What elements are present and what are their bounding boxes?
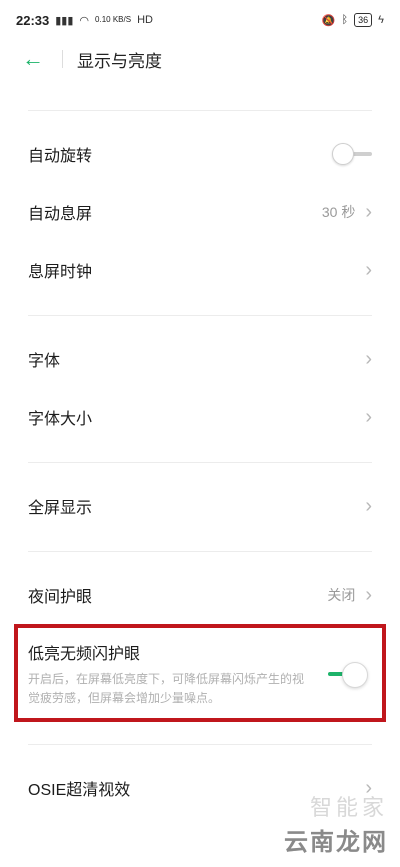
- wifi-icon: ◠: [79, 14, 90, 27]
- chevron-right-icon: ›: [365, 495, 372, 517]
- row-label: 息屏时钟: [28, 264, 93, 281]
- row-aod-clock[interactable]: 息屏时钟 ›: [0, 241, 400, 299]
- night-mode-value: 关闭: [327, 587, 356, 603]
- status-time: 22:33: [16, 12, 50, 28]
- row-label: 夜间护眼: [28, 589, 93, 606]
- status-bar: 22:33 ▮▮▮ ◠ 0.10 KB/S HD 🔕 ᛒ 36 ϟ: [0, 0, 400, 40]
- row-label: OSIE超清视效: [28, 782, 131, 799]
- dc-dimming-desc: 开启后，在屏幕低亮度下，可降低屏幕闪烁产生的视觉疲劳感，但屏幕会增加少量噪点。: [28, 672, 305, 705]
- row-right: 30 秒 ›: [322, 202, 372, 222]
- battery-level: 36: [354, 13, 373, 27]
- header: ← 显示与亮度: [0, 40, 400, 78]
- row-label: 字体大小: [28, 411, 93, 428]
- row-font[interactable]: 字体 ›: [0, 330, 400, 388]
- row-label: 自动旋转: [28, 148, 93, 165]
- toggle-knob: [332, 143, 354, 165]
- chevron-right-icon: ›: [365, 584, 372, 606]
- row-night-mode[interactable]: 夜间护眼 关闭 ›: [0, 566, 400, 624]
- row-label: 全屏显示: [28, 500, 93, 517]
- row-screen-timeout[interactable]: 自动息屏 30 秒 ›: [0, 183, 400, 241]
- bluetooth-icon: ᛒ: [341, 14, 349, 26]
- net-speed: 0.10 KB/S: [95, 15, 132, 24]
- watermark: 智能家 云南龙网: [284, 790, 388, 857]
- row-auto-rotate[interactable]: 自动旋转: [0, 125, 400, 183]
- toggle-knob: [342, 662, 368, 688]
- status-right: 🔕 ᛒ 36 ϟ: [322, 13, 384, 27]
- chevron-right-icon: ›: [365, 348, 372, 370]
- row-font-size[interactable]: 字体大小 ›: [0, 388, 400, 446]
- charging-icon: ϟ: [378, 14, 384, 26]
- page-title: 显示与亮度: [77, 51, 162, 71]
- row-label: 字体: [28, 353, 61, 370]
- dc-dimming-text: 低亮无频闪护眼 开启后，在屏幕低亮度下，可降低屏幕闪烁产生的视觉疲劳感，但屏幕会…: [28, 640, 328, 708]
- row-fullscreen[interactable]: 全屏显示 ›: [0, 477, 400, 535]
- watermark-bottom: 云南龙网: [284, 829, 388, 856]
- mute-icon: 🔕: [321, 14, 336, 27]
- chevron-right-icon: ›: [365, 259, 372, 281]
- watermark-top: 智能家: [309, 795, 388, 820]
- screen-timeout-value: 30 秒: [321, 204, 356, 220]
- signal-icon: ▮▮▮: [55, 14, 74, 27]
- auto-rotate-toggle[interactable]: [332, 143, 372, 165]
- back-arrow-icon[interactable]: ←: [22, 48, 48, 70]
- dc-dimming-toggle[interactable]: [328, 661, 368, 688]
- dc-dimming-highlight[interactable]: 低亮无频闪护眼 开启后，在屏幕低亮度下，可降低屏幕闪烁产生的视觉疲劳感，但屏幕会…: [14, 624, 386, 722]
- hd-label: HD: [137, 14, 153, 26]
- status-left: 22:33 ▮▮▮ ◠ 0.10 KB/S HD: [16, 13, 153, 28]
- dc-dimming-title: 低亮无频闪护眼: [28, 646, 141, 663]
- header-divider: [62, 50, 63, 68]
- chevron-right-icon: ›: [365, 201, 372, 223]
- row-label: 自动息屏: [28, 206, 93, 223]
- row-right: 关闭 ›: [327, 585, 372, 605]
- chevron-right-icon: ›: [365, 406, 372, 428]
